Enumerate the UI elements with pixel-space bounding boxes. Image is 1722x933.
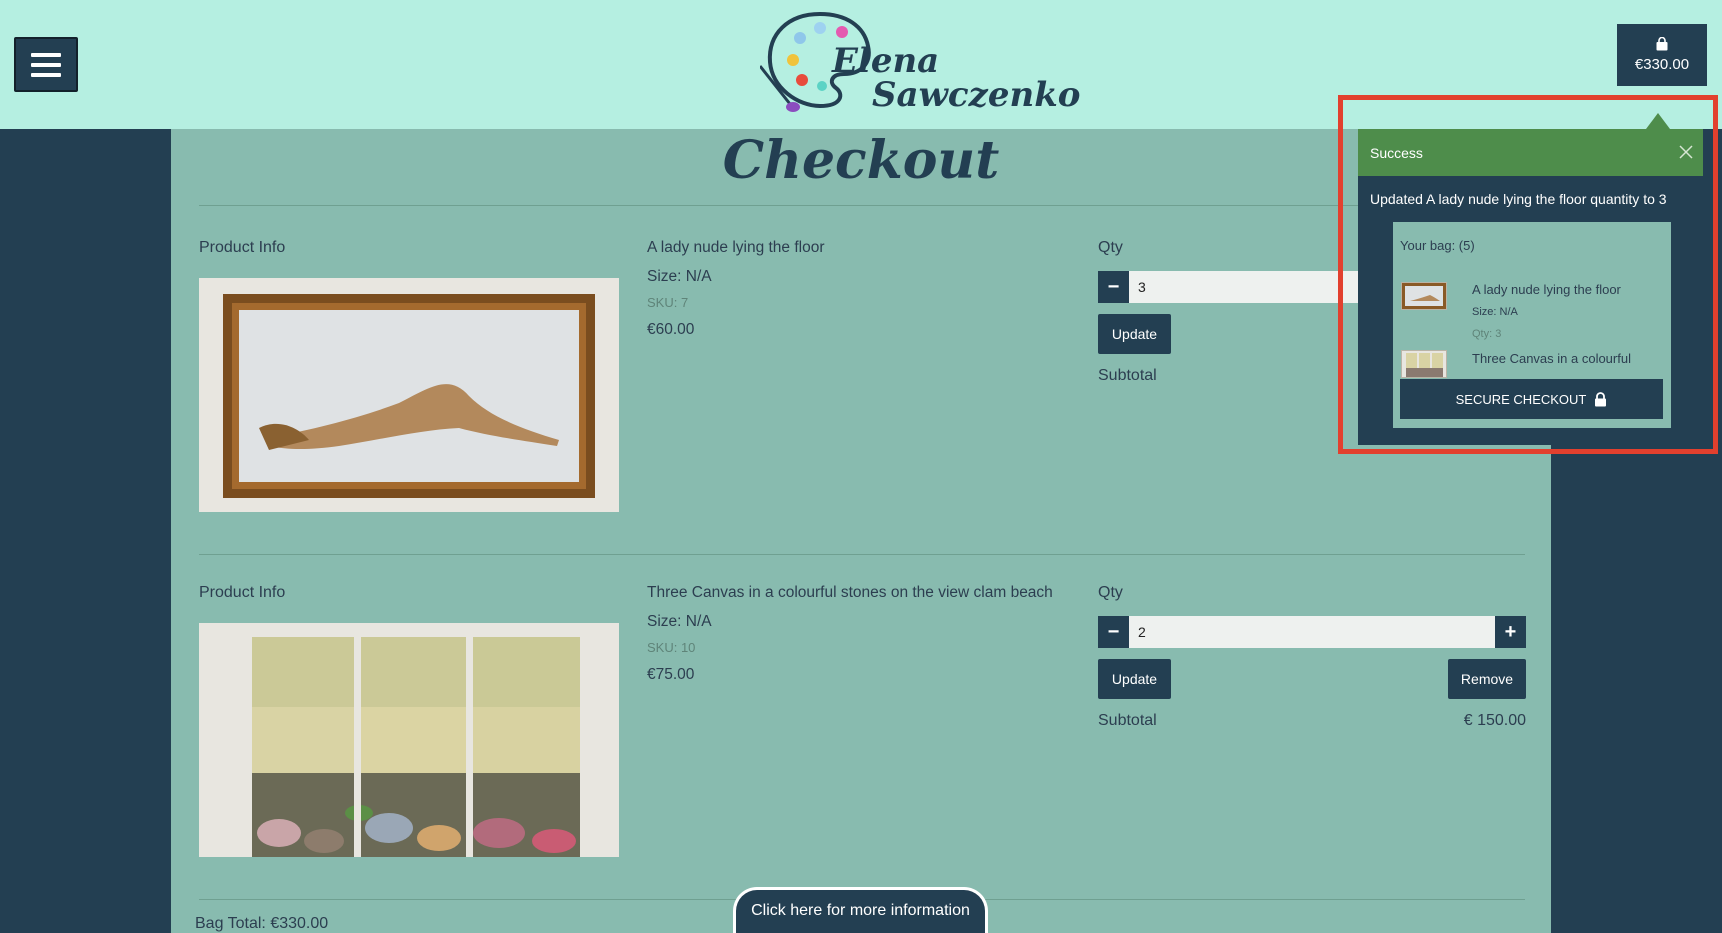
secure-checkout-label: SECURE CHECKOUT bbox=[1455, 391, 1587, 407]
checkout-item-row: Product Info Three Canvas in a colourful… bbox=[171, 584, 1551, 914]
bag-total: Bag Total: €330.00 bbox=[195, 915, 329, 932]
quantity-stepper: − + bbox=[1098, 616, 1526, 648]
remove-button[interactable]: Remove bbox=[1448, 659, 1526, 699]
increment-button[interactable]: + bbox=[1495, 616, 1526, 648]
toast-arrow bbox=[1646, 113, 1670, 129]
subtotal-label: Subtotal bbox=[1098, 712, 1157, 729]
product-image[interactable] bbox=[199, 623, 619, 857]
logo-text-last: Sawczenko bbox=[872, 75, 1081, 115]
qty-label: Qty bbox=[1098, 239, 1123, 256]
subtotal-value: € 150.00 bbox=[1463, 712, 1526, 729]
product-name: A lady nude lying the floor bbox=[647, 239, 825, 256]
menu-button[interactable] bbox=[14, 37, 78, 92]
subtotal-label: Subtotal bbox=[1098, 367, 1157, 384]
bag-count: Your bag: (5) bbox=[1400, 238, 1475, 253]
product-info-label: Product Info bbox=[199, 239, 286, 256]
site-logo[interactable]: Elena Sawczenko bbox=[760, 8, 1080, 120]
cart-total: €330.00 bbox=[1634, 56, 1690, 73]
success-toast: Success Updated A lady nude lying the fl… bbox=[1358, 129, 1703, 445]
toast-header: Success bbox=[1358, 129, 1703, 176]
bag-item-thumbnail bbox=[1401, 282, 1447, 310]
painting-beach-image bbox=[199, 623, 619, 857]
product-info-label: Product Info bbox=[199, 584, 286, 601]
shopping-bag-icon bbox=[1656, 37, 1668, 51]
update-button[interactable]: Update bbox=[1098, 314, 1171, 354]
product-size: Size: N/A bbox=[647, 268, 712, 285]
product-price: €75.00 bbox=[647, 666, 695, 683]
qty-label: Qty bbox=[1098, 584, 1123, 601]
update-button[interactable]: Update bbox=[1098, 659, 1171, 699]
more-info-button[interactable]: Click here for more information bbox=[733, 887, 988, 933]
product-size: Size: N/A bbox=[647, 613, 712, 630]
toast-title: Success bbox=[1370, 144, 1423, 161]
product-price: €60.00 bbox=[647, 321, 695, 338]
bag-item-thumbnail bbox=[1401, 350, 1447, 378]
product-image[interactable] bbox=[199, 278, 619, 512]
decrement-button[interactable]: − bbox=[1098, 616, 1129, 648]
menu-icon-bar bbox=[31, 62, 61, 67]
bag-item-size: Size: N/A bbox=[1472, 306, 1518, 318]
menu-icon-bar bbox=[31, 52, 61, 57]
divider bbox=[199, 205, 1525, 206]
painting-lady-thumbnail bbox=[1402, 283, 1446, 309]
close-icon[interactable] bbox=[1677, 143, 1695, 161]
painting-lady-image bbox=[199, 278, 619, 512]
quantity-input[interactable] bbox=[1129, 616, 1495, 648]
logo-text-first: Elena bbox=[832, 41, 940, 81]
toast-message: Updated A lady nude lying the floor quan… bbox=[1370, 191, 1667, 207]
bag-item-qty: Qty: 3 bbox=[1472, 328, 1502, 340]
bag-item-name: Three Canvas in a colourful bbox=[1472, 351, 1631, 366]
divider bbox=[199, 554, 1525, 555]
secure-checkout-button[interactable]: SECURE CHECKOUT bbox=[1400, 379, 1663, 419]
product-name: Three Canvas in a colourful stones on th… bbox=[647, 584, 1053, 601]
lock-icon bbox=[1595, 391, 1607, 406]
menu-icon-bar bbox=[31, 72, 61, 77]
bag-summary: Your bag: (5) A lady nude lying the floo… bbox=[1393, 222, 1671, 428]
product-sku: SKU: 7 bbox=[647, 295, 689, 310]
product-sku: SKU: 10 bbox=[647, 640, 696, 655]
bag-item-name: A lady nude lying the floor bbox=[1472, 282, 1621, 297]
painting-beach-thumbnail bbox=[1402, 351, 1446, 377]
decrement-button[interactable]: − bbox=[1098, 271, 1129, 303]
cart-button[interactable]: €330.00 bbox=[1617, 24, 1707, 86]
